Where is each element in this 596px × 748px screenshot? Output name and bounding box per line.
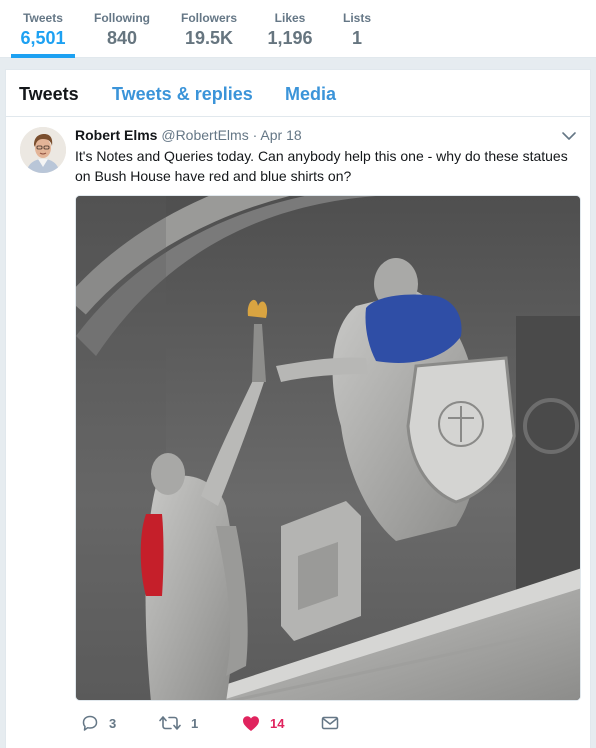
direct-message-button[interactable]	[321, 713, 339, 733]
tweet-username[interactable]: @RobertElms	[161, 127, 248, 143]
tweet-fullname[interactable]: Robert Elms	[75, 127, 157, 143]
tab-media[interactable]: Media	[285, 83, 336, 105]
avatar-photo	[20, 127, 66, 173]
stat-value: 1	[351, 28, 362, 48]
profile-stats-bar: Tweets 6,501 Following 840 Followers 19.…	[0, 0, 596, 58]
tab-tweets[interactable]: Tweets	[19, 83, 79, 105]
stat-value: 19.5K	[184, 28, 234, 48]
stat-label: Following	[94, 11, 150, 25]
timeline-tabs: Tweets Tweets & replies Media	[6, 70, 590, 117]
stat-following[interactable]: Following 840	[87, 0, 157, 58]
avatar[interactable]	[20, 127, 66, 173]
tab-tweets-and-replies[interactable]: Tweets & replies	[112, 83, 253, 105]
retweet-button[interactable]: 1	[159, 713, 198, 733]
tweet-media-photo[interactable]	[75, 195, 581, 701]
statue-photo	[76, 196, 580, 700]
stat-label: Lists	[342, 11, 371, 25]
tweet-meta-separator: ·	[252, 127, 258, 143]
like-count: 14	[270, 715, 285, 731]
stat-label: Likes	[274, 11, 306, 25]
chevron-down-icon[interactable]	[560, 128, 578, 144]
stat-followers[interactable]: Followers 19.5K	[174, 0, 244, 58]
stat-lists[interactable]: Lists 1	[336, 0, 378, 58]
tweet-timestamp[interactable]: Apr 18	[260, 127, 301, 143]
stat-label: Tweets	[23, 11, 63, 25]
timeline-card: Tweets Tweets & replies Media Robert Elm…	[5, 69, 591, 748]
stat-value: 1,196	[267, 28, 313, 48]
tweet-header: Robert Elms @RobertElms · Apr 18	[75, 126, 302, 144]
heart-icon	[242, 715, 260, 732]
stat-likes[interactable]: Likes 1,196	[260, 0, 320, 58]
stat-label: Followers	[180, 11, 237, 25]
envelope-icon	[321, 715, 339, 731]
stat-value: 6,501	[20, 28, 66, 48]
reply-icon	[81, 714, 99, 732]
tweet-text: It's Notes and Queries today. Can anybod…	[75, 148, 568, 184]
stat-value: 840	[106, 28, 138, 48]
reply-count: 3	[109, 715, 117, 731]
like-button[interactable]: 14	[242, 713, 284, 733]
retweet-count: 1	[191, 715, 199, 731]
stat-tweets[interactable]: Tweets 6,501	[11, 0, 75, 58]
retweet-icon	[159, 714, 181, 732]
reply-button[interactable]: 3	[81, 713, 116, 733]
